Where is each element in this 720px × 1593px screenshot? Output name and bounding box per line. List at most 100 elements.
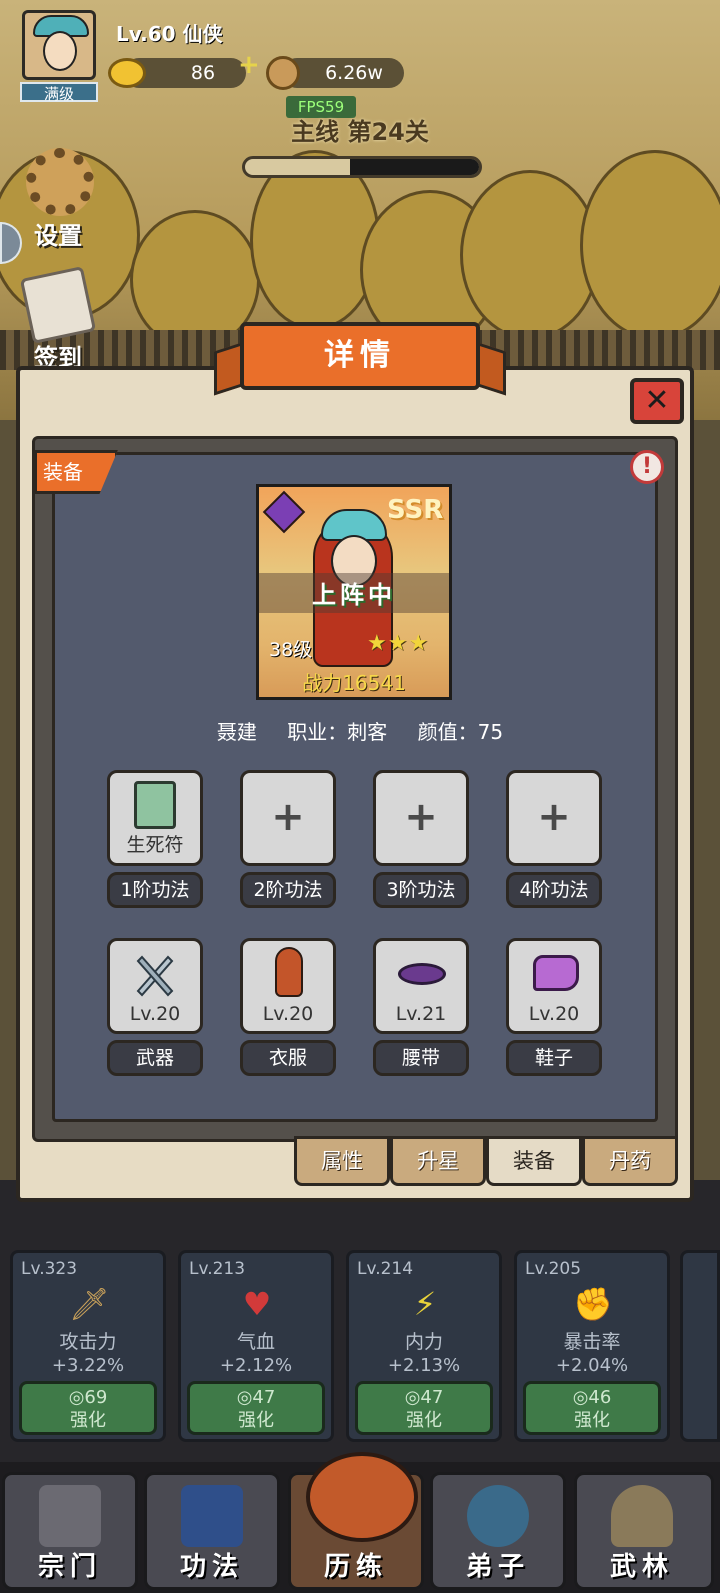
equip-slot-boots[interactable]: Lv.20 xyxy=(506,938,602,1034)
avatar-face xyxy=(43,31,77,71)
temple-icon xyxy=(39,1485,101,1547)
equip-slot-belt[interactable]: Lv.21 xyxy=(373,938,469,1034)
skill-slot-label: 1阶功法 xyxy=(107,872,203,908)
upgrade-button[interactable]: ◎47 强化 xyxy=(187,1381,325,1435)
equip-level: Lv.20 xyxy=(262,1003,314,1025)
equip-level: Lv.20 xyxy=(528,1003,580,1025)
stat-card: Lv.213 ♥ 气血 +2.12% ◎47 强化 xyxy=(178,1250,334,1442)
info-icon[interactable]: ! xyxy=(630,450,664,484)
skill-slot-4[interactable]: + xyxy=(506,770,602,866)
nav-martial-world[interactable]: 武林 xyxy=(574,1472,714,1590)
belt-icon xyxy=(398,963,446,985)
add-currency-button[interactable]: + xyxy=(238,50,260,80)
disciple-icon xyxy=(467,1485,529,1547)
player-level: Lv.60 仙侠 xyxy=(116,22,223,46)
nav-disciples[interactable]: 弟子 xyxy=(430,1472,566,1590)
tab-attributes[interactable]: 属性 xyxy=(294,1136,390,1186)
stat-card-partial[interactable] xyxy=(680,1250,720,1442)
equip-level: Lv.20 xyxy=(129,1003,181,1025)
skill-slot-1[interactable]: 生死符 xyxy=(107,770,203,866)
stat-name: 攻击力 xyxy=(59,1331,117,1353)
nav-label: 历练 xyxy=(323,1552,388,1582)
cost-value: 47 xyxy=(420,1387,444,1408)
upgrade-button[interactable]: ◎69 强化 xyxy=(19,1381,157,1435)
hero-info: 聂建 职业：刺客 颜值：75 xyxy=(0,716,720,745)
stat-level: Lv.205 xyxy=(525,1259,582,1279)
tab-equipment[interactable]: 装备 xyxy=(486,1136,582,1186)
skill-slot-label: 2阶功法 xyxy=(240,872,336,908)
stat-card: Lv.214 ⚡ 内力 +2.13% ◎47 强化 xyxy=(346,1250,502,1442)
stat-name: 暴击率 xyxy=(563,1331,621,1353)
stage-progress-bar xyxy=(242,156,482,178)
cost-value: 69 xyxy=(84,1387,108,1408)
boots-icon xyxy=(533,955,579,991)
nav-label: 功法 xyxy=(179,1552,244,1582)
stat-bonus: +2.04% xyxy=(555,1355,629,1376)
equip-slot-label: 腰带 xyxy=(373,1040,469,1076)
sword-icon: 🗡 xyxy=(69,1285,110,1323)
stat-level: Lv.213 xyxy=(189,1259,246,1279)
book-icon xyxy=(181,1485,243,1547)
costume-icon xyxy=(275,947,303,997)
weapon-icon xyxy=(136,955,174,997)
upgrade-button[interactable]: ◎47 强化 xyxy=(355,1381,493,1435)
stat-bonus: +2.13% xyxy=(387,1355,461,1376)
stat-name: 内力 xyxy=(404,1331,443,1353)
heart-icon: ♥ xyxy=(242,1285,272,1323)
nav-label: 宗门 xyxy=(37,1552,102,1582)
nav-skills[interactable]: 功法 xyxy=(144,1472,280,1590)
coin-icon xyxy=(266,56,300,90)
stat-level: Lv.214 xyxy=(357,1259,414,1279)
settings-button[interactable]: 设置 xyxy=(34,216,82,251)
dialog-title: 详情 xyxy=(240,322,480,390)
combat-power: 战力16541 xyxy=(302,671,406,695)
gold-ingot-icon xyxy=(108,58,146,88)
tab-elixir[interactable]: 丹药 xyxy=(582,1136,678,1186)
max-level-badge: 满级 xyxy=(20,82,98,103)
hero-class: 职业：刺客 xyxy=(287,720,388,744)
nav-label: 武林 xyxy=(609,1552,674,1582)
equip-slot-costume[interactable]: Lv.20 xyxy=(240,938,336,1034)
hero-card[interactable]: SSR 上阵中 38级 ★★★ 战力16541 xyxy=(256,484,452,700)
gold-ingot-value: 86 xyxy=(190,62,216,84)
upgrade-button[interactable]: ◎46 强化 xyxy=(523,1381,661,1435)
skill-slot-label: 4阶功法 xyxy=(506,872,602,908)
stat-card: Lv.323 🗡 攻击力 +3.22% ◎69 强化 xyxy=(10,1250,166,1442)
stat-bonus: +3.22% xyxy=(51,1355,125,1376)
drum-icon xyxy=(306,1452,418,1542)
plus-icon: + xyxy=(537,794,571,840)
equip-slot-label: 武器 xyxy=(107,1040,203,1076)
close-button[interactable]: ✕ xyxy=(630,378,684,424)
player-avatar[interactable] xyxy=(22,10,96,80)
skill-slot-3[interactable]: + xyxy=(373,770,469,866)
upgrade-label: 强化 xyxy=(574,1410,610,1431)
signin-icon[interactable] xyxy=(19,266,97,344)
swordsman-icon xyxy=(611,1485,673,1547)
faction-icon xyxy=(262,490,306,534)
upgrade-label: 强化 xyxy=(406,1410,442,1431)
stage-progress-fill xyxy=(350,159,479,175)
cost-value: 46 xyxy=(588,1387,612,1408)
equip-slot-label: 鞋子 xyxy=(506,1040,602,1076)
stat-bonus: +2.12% xyxy=(219,1355,293,1376)
skill-slot-label: 3阶功法 xyxy=(373,872,469,908)
tab-star-up[interactable]: 升星 xyxy=(390,1136,486,1186)
nav-sect[interactable]: 宗门 xyxy=(2,1472,138,1590)
cost-value: 47 xyxy=(252,1387,276,1408)
upgrade-cost: ◎47 xyxy=(404,1387,444,1408)
upgrade-cost: ◎47 xyxy=(236,1387,276,1408)
lightning-icon: ⚡ xyxy=(413,1285,437,1323)
stat-level: Lv.323 xyxy=(21,1259,78,1279)
star-rating: ★★★ xyxy=(367,631,430,656)
skill-slot-2[interactable]: + xyxy=(240,770,336,866)
nav-label: 弟子 xyxy=(465,1552,530,1582)
gear-icon[interactable] xyxy=(26,148,94,216)
book-icon xyxy=(134,781,176,829)
equip-slot-weapon[interactable]: Lv.20 xyxy=(107,938,203,1034)
skill-name: 生死符 xyxy=(126,834,184,856)
tree-decoration xyxy=(460,170,600,340)
tree-decoration xyxy=(580,150,720,340)
fist-icon: ✊ xyxy=(573,1285,613,1323)
deployed-status: 上阵中 xyxy=(312,581,396,609)
stat-name: 气血 xyxy=(236,1331,275,1353)
